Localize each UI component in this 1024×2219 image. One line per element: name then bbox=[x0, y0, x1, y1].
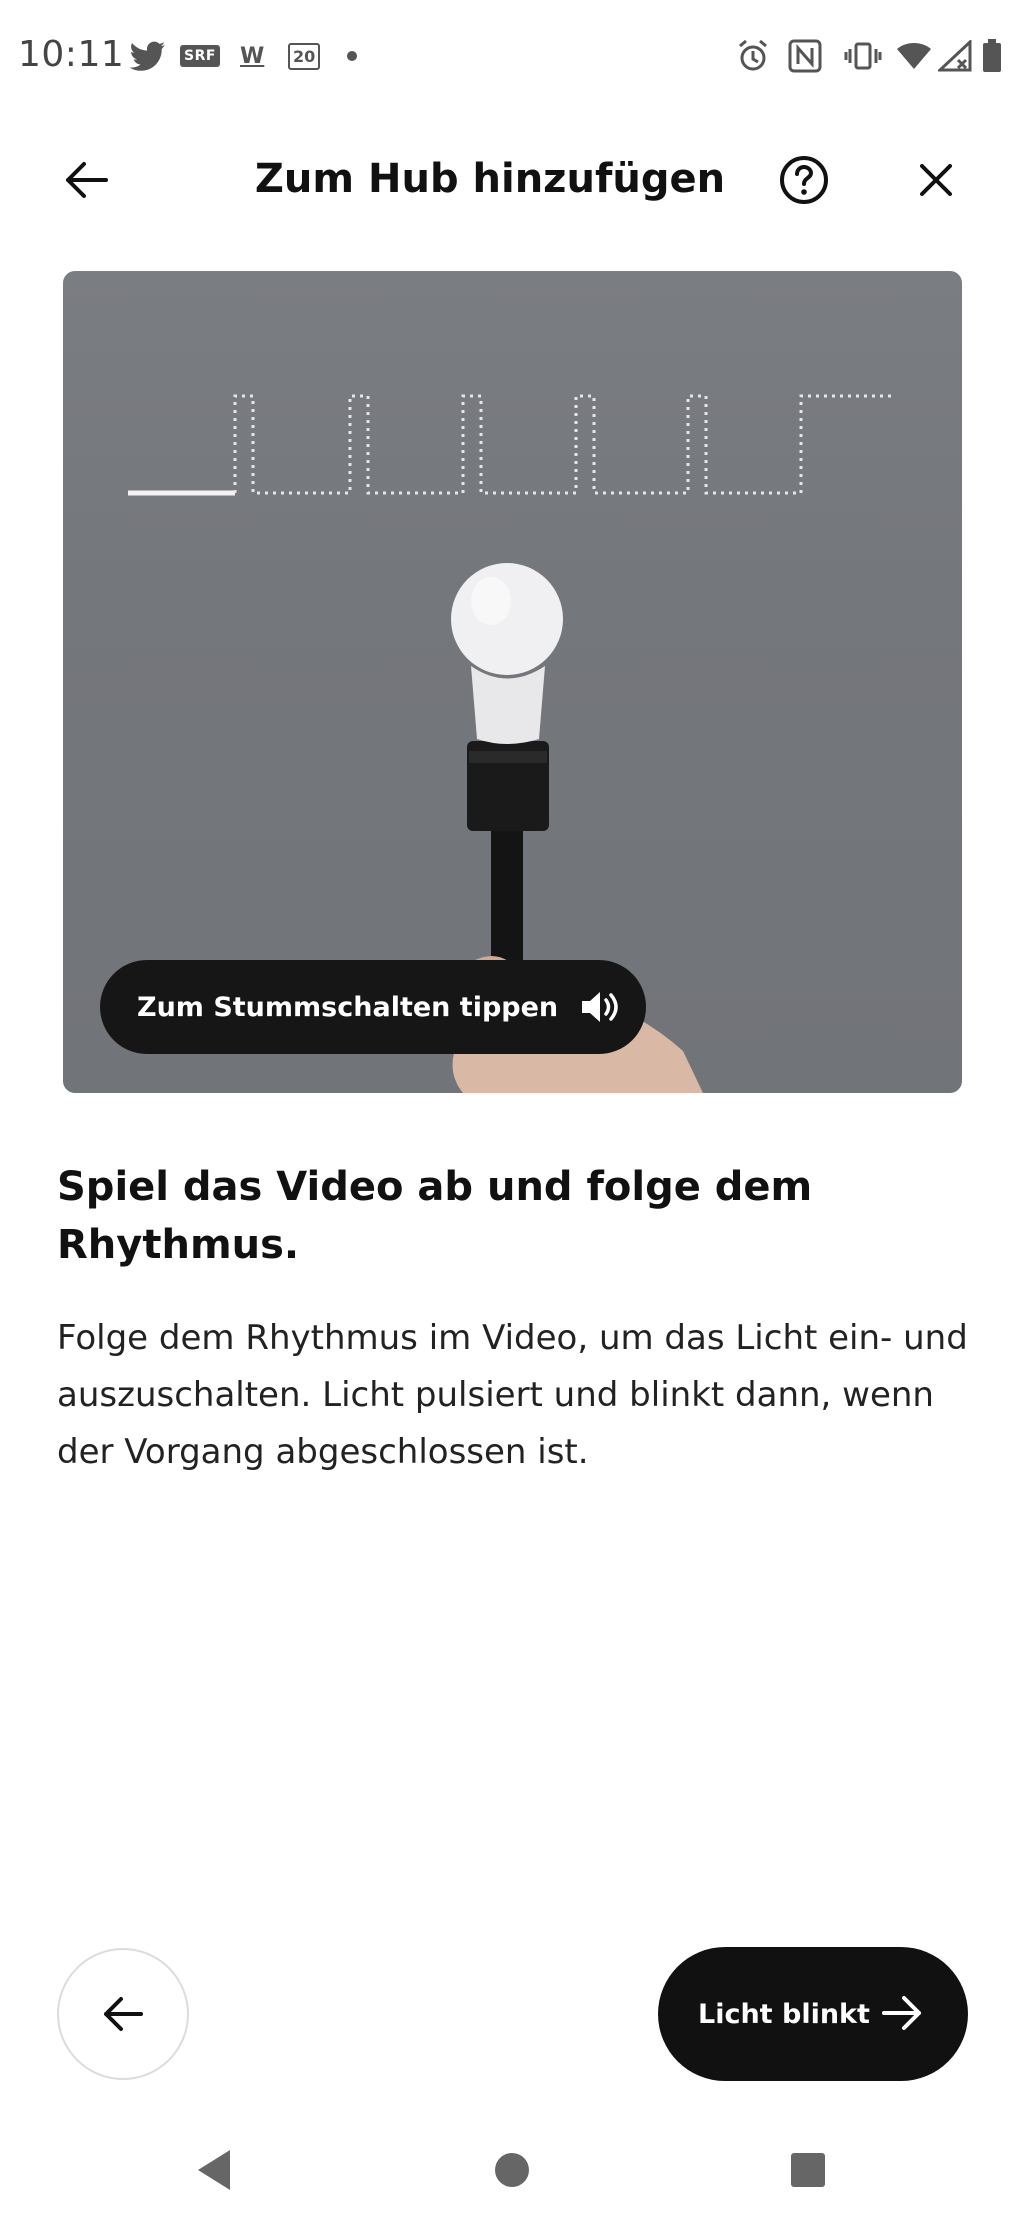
vibrate-icon bbox=[844, 36, 882, 76]
mute-label: Zum Stummschalten tippen bbox=[137, 991, 559, 1023]
licht-blinkt-button[interactable]: Licht blinkt bbox=[658, 1947, 968, 2081]
arrow-left-icon bbox=[66, 162, 108, 198]
back-button[interactable] bbox=[50, 144, 122, 216]
primary-button-label: Licht blinkt bbox=[698, 1998, 870, 2030]
arrow-left-icon bbox=[104, 1997, 143, 2031]
help-button[interactable] bbox=[768, 144, 840, 216]
nav-recents-icon bbox=[791, 2153, 825, 2187]
instruction-heading: Spiel das Video ab und folge dem Rhythmu… bbox=[57, 1164, 813, 1268]
bulb-neck bbox=[471, 666, 545, 744]
alarm-icon bbox=[736, 36, 770, 76]
signal-icon bbox=[938, 36, 972, 76]
help-circle-icon bbox=[780, 156, 828, 204]
video-player[interactable]: Zum Stummschalten tippen bbox=[63, 271, 962, 1093]
nav-home-icon bbox=[495, 2153, 529, 2187]
nav-home-button[interactable] bbox=[482, 2140, 542, 2200]
nav-recents-button[interactable] bbox=[778, 2140, 838, 2200]
close-button[interactable] bbox=[900, 144, 972, 216]
w-label: W bbox=[240, 43, 265, 69]
srf-icon: SRF bbox=[180, 36, 220, 76]
mute-button[interactable]: Zum Stummschalten tippen bbox=[100, 960, 646, 1054]
nav-back-button[interactable] bbox=[184, 2140, 244, 2200]
battery-icon bbox=[982, 36, 1002, 76]
close-icon bbox=[920, 164, 952, 196]
twitter-icon bbox=[130, 36, 166, 76]
header: Zum Hub hinzufügen bbox=[0, 120, 1024, 240]
20min-label: 20 bbox=[288, 42, 321, 70]
w-icon: W bbox=[240, 36, 264, 76]
status-bar: 10:11 SRF W 20 bbox=[0, 0, 1024, 116]
dot-icon bbox=[346, 36, 358, 76]
page-title: Zum Hub hinzufügen bbox=[254, 156, 726, 202]
system-nav-bar bbox=[0, 2110, 1024, 2219]
rhythm-pattern bbox=[233, 394, 893, 495]
srf-label: SRF bbox=[180, 45, 220, 67]
light-bulb bbox=[451, 563, 563, 675]
nfc-icon bbox=[788, 36, 822, 76]
previous-step-button[interactable] bbox=[57, 1948, 189, 2080]
instruction-text: Folge dem Rhythmus im Video, um das Lich… bbox=[57, 1318, 968, 1472]
speaker-icon bbox=[580, 990, 622, 1024]
20min-icon: 20 bbox=[288, 36, 321, 76]
wifi-icon bbox=[896, 36, 932, 76]
arrow-right-icon bbox=[880, 1991, 924, 2042]
status-time: 10:11 bbox=[18, 34, 125, 75]
nav-back-icon bbox=[198, 2150, 230, 2190]
